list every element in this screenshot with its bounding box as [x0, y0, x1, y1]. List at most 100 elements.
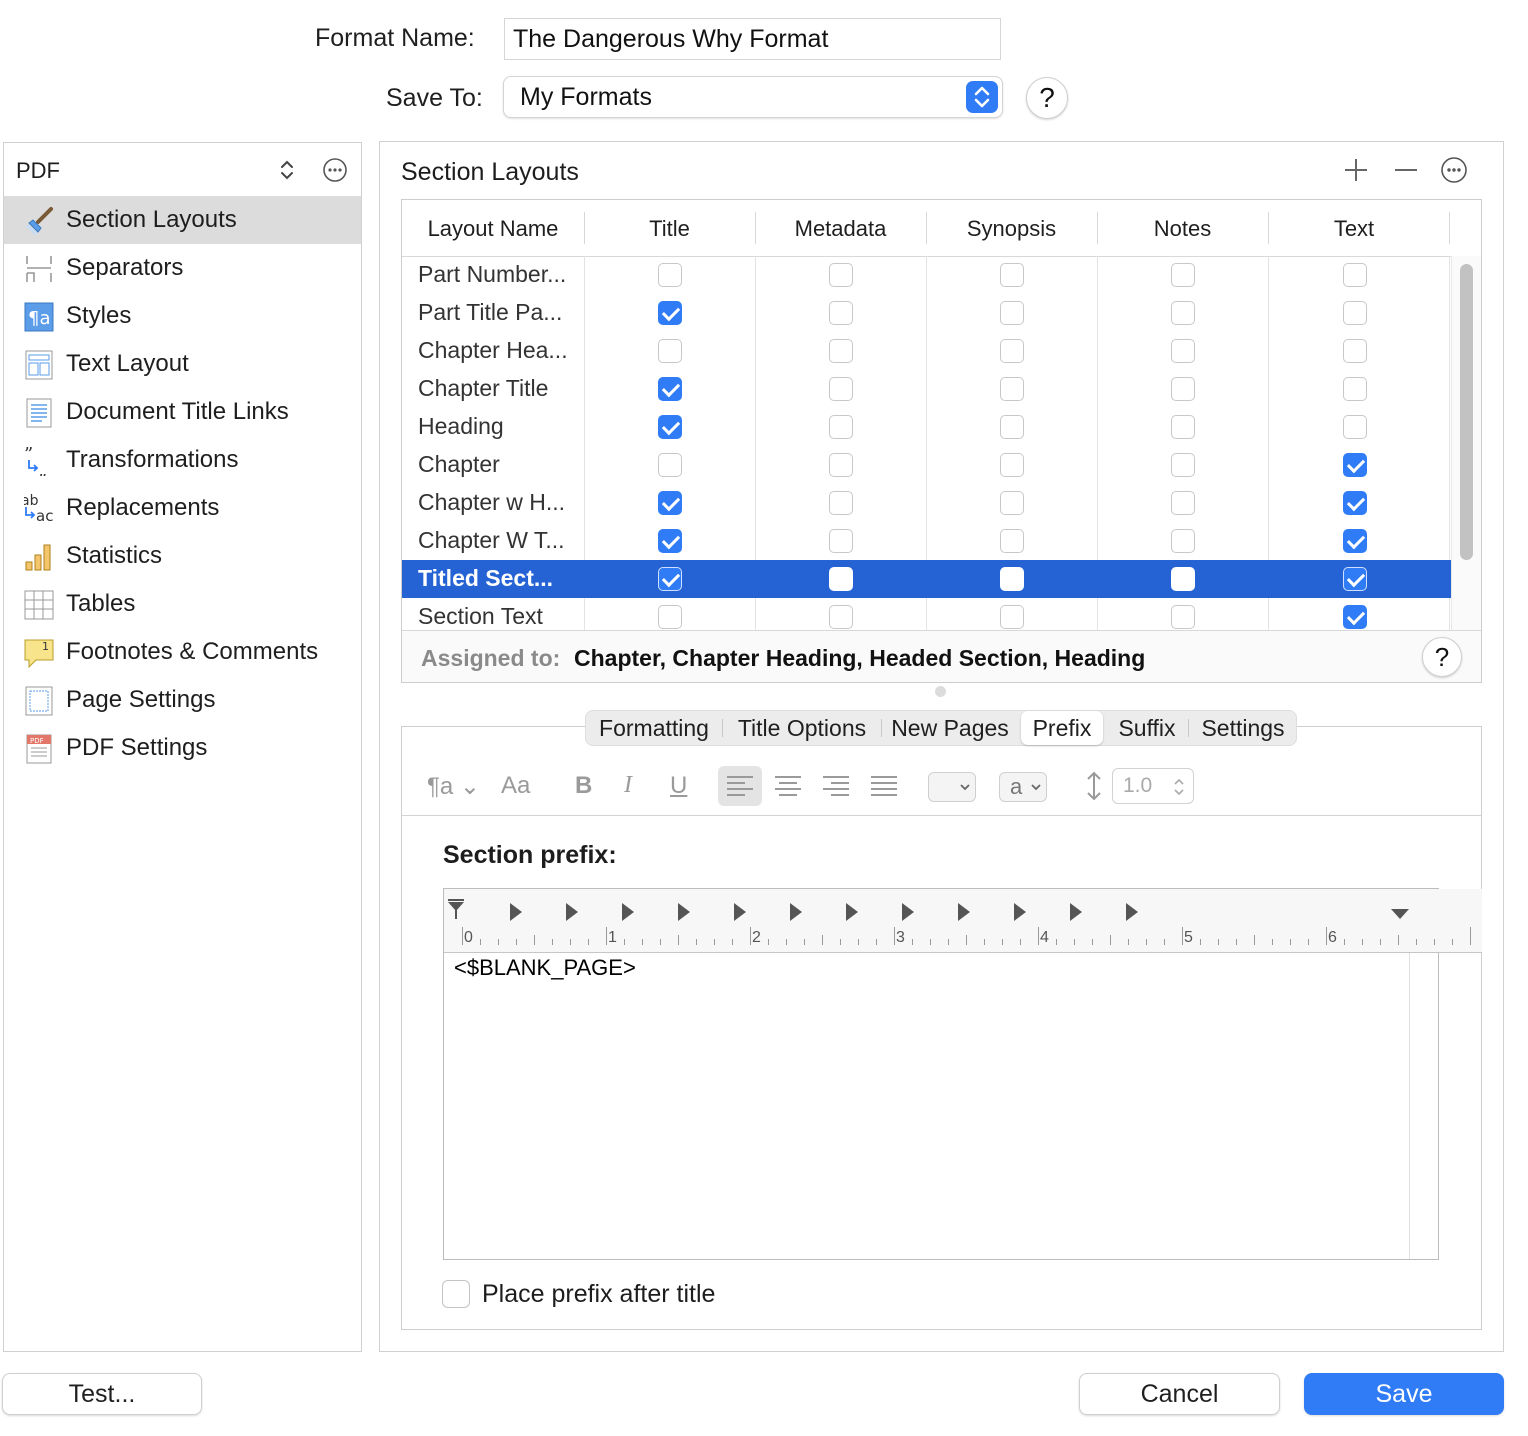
more-options-icon[interactable]	[322, 157, 348, 183]
table-row[interactable]: Part Number...	[402, 256, 1451, 294]
tab-new-pages[interactable]: New Pages	[882, 711, 1018, 745]
column-header-text[interactable]: Text	[1268, 200, 1440, 256]
tab-stop-marker[interactable]	[902, 903, 914, 921]
sidebar-item-statistics[interactable]: Statistics	[4, 532, 361, 580]
sidebar-item-footnotes-comments[interactable]: 1 Footnotes & Comments	[4, 628, 361, 676]
include-notes-checkbox[interactable]	[1171, 301, 1195, 325]
include-metadata-checkbox[interactable]	[829, 377, 853, 401]
tab-title-options[interactable]: Title Options	[723, 711, 881, 745]
include-metadata-checkbox[interactable]	[829, 491, 853, 515]
include-notes-checkbox[interactable]	[1171, 415, 1195, 439]
align-center-icon[interactable]	[768, 766, 808, 806]
table-row[interactable]: Chapter Title	[402, 370, 1451, 408]
prefix-editor[interactable]: 0 1 2 3 4 5 6 <$BLANK_PAGE>	[443, 888, 1482, 1260]
include-notes-checkbox[interactable]	[1171, 491, 1195, 515]
align-right-icon[interactable]	[816, 766, 856, 806]
include-synopsis-checkbox[interactable]	[1000, 301, 1024, 325]
format-name-input[interactable]: The Dangerous Why Format	[504, 18, 1001, 60]
tab-stop-marker[interactable]	[678, 903, 690, 921]
updown-icon[interactable]	[277, 159, 297, 181]
align-left-button[interactable]	[718, 766, 762, 806]
tab-stop-marker[interactable]	[1014, 903, 1026, 921]
include-notes-checkbox[interactable]	[1171, 529, 1195, 553]
tab-settings[interactable]: Settings	[1189, 711, 1297, 745]
include-text-checkbox[interactable]	[1343, 453, 1367, 477]
include-title-checkbox[interactable]	[658, 567, 682, 591]
font-color-popup[interactable]: a	[999, 772, 1047, 802]
table-row[interactable]: Part Title Pa...	[402, 294, 1451, 332]
table-row[interactable]: Chapter Hea...	[402, 332, 1451, 370]
save-to-popup[interactable]: My Formats	[503, 76, 1003, 118]
column-header-layout-name[interactable]: Layout Name	[402, 200, 584, 256]
tab-stop-marker[interactable]	[846, 903, 858, 921]
table-scrollbar-thumb[interactable]	[1460, 264, 1473, 560]
tab-stop-marker[interactable]	[790, 903, 802, 921]
highlight-color-popup[interactable]	[928, 772, 976, 802]
tab-stop-marker[interactable]	[510, 903, 522, 921]
include-title-checkbox[interactable]	[658, 491, 682, 515]
include-text-checkbox[interactable]	[1343, 263, 1367, 287]
table-row[interactable]: Chapter	[402, 446, 1451, 484]
table-row[interactable]: Chapter W T...	[402, 522, 1451, 560]
include-text-checkbox[interactable]	[1343, 529, 1367, 553]
font-panel-button[interactable]: Aa	[501, 772, 530, 800]
column-header-synopsis[interactable]: Synopsis	[926, 200, 1097, 256]
include-text-checkbox[interactable]	[1343, 491, 1367, 515]
tab-formatting[interactable]: Formatting	[586, 711, 722, 745]
include-synopsis-checkbox[interactable]	[1000, 377, 1024, 401]
include-notes-checkbox[interactable]	[1171, 453, 1195, 477]
tab-stop-marker[interactable]	[734, 903, 746, 921]
sidebar-item-pdf-settings[interactable]: PDF PDF Settings	[4, 724, 361, 772]
include-title-checkbox[interactable]	[658, 605, 682, 629]
tab-prefix[interactable]: Prefix	[1021, 711, 1103, 745]
tab-stop-marker[interactable]	[622, 903, 634, 921]
include-text-checkbox[interactable]	[1343, 605, 1367, 629]
column-header-metadata[interactable]: Metadata	[755, 200, 926, 256]
tab-stop-marker[interactable]	[958, 903, 970, 921]
include-metadata-checkbox[interactable]	[829, 567, 853, 591]
include-metadata-checkbox[interactable]	[829, 301, 853, 325]
include-text-checkbox[interactable]	[1343, 377, 1367, 401]
tab-stop-marker[interactable]	[1070, 903, 1082, 921]
include-text-checkbox[interactable]	[1343, 415, 1367, 439]
include-metadata-checkbox[interactable]	[829, 339, 853, 363]
remove-icon[interactable]	[1393, 157, 1419, 183]
include-notes-checkbox[interactable]	[1171, 339, 1195, 363]
underline-button[interactable]: U	[670, 772, 687, 800]
sidebar-item-page-settings[interactable]: Page Settings	[4, 676, 361, 724]
include-metadata-checkbox[interactable]	[829, 263, 853, 287]
sidebar-item-section-layouts[interactable]: Section Layouts	[4, 196, 361, 244]
table-scrollbar-track[interactable]	[1451, 256, 1481, 630]
include-title-checkbox[interactable]	[658, 263, 682, 287]
include-synopsis-checkbox[interactable]	[1000, 453, 1024, 477]
line-spacing-stepper[interactable]: 1.0	[1112, 768, 1194, 804]
save-button[interactable]: Save	[1304, 1373, 1504, 1415]
table-row[interactable]: Chapter w H...	[402, 484, 1451, 522]
include-synopsis-checkbox[interactable]	[1000, 491, 1024, 515]
include-title-checkbox[interactable]	[658, 339, 682, 363]
test-button[interactable]: Test...	[2, 1373, 202, 1415]
include-title-checkbox[interactable]	[658, 415, 682, 439]
right-margin-marker-icon[interactable]	[1390, 907, 1410, 926]
include-notes-checkbox[interactable]	[1171, 605, 1195, 629]
include-title-checkbox[interactable]	[658, 453, 682, 477]
sidebar-item-replacements[interactable]: ab ac Replacements	[4, 484, 361, 532]
assigned-help-button[interactable]: ?	[1422, 637, 1462, 677]
sidebar-item-document-title-links[interactable]: Document Title Links	[4, 388, 361, 436]
include-text-checkbox[interactable]	[1343, 301, 1367, 325]
table-row[interactable]: Section Text	[402, 598, 1451, 630]
indent-marker-icon[interactable]	[446, 899, 466, 926]
add-icon[interactable]	[1343, 157, 1369, 183]
include-synopsis-checkbox[interactable]	[1000, 415, 1024, 439]
include-title-checkbox[interactable]	[658, 529, 682, 553]
column-header-notes[interactable]: Notes	[1097, 200, 1268, 256]
include-notes-checkbox[interactable]	[1171, 377, 1195, 401]
tab-stop-marker[interactable]	[566, 903, 578, 921]
sidebar-item-separators[interactable]: Separators	[4, 244, 361, 292]
include-synopsis-checkbox[interactable]	[1000, 605, 1024, 629]
tab-stop-marker[interactable]	[1126, 903, 1138, 921]
tab-suffix[interactable]: Suffix	[1106, 711, 1188, 745]
include-metadata-checkbox[interactable]	[829, 605, 853, 629]
sidebar-item-text-layout[interactable]: Text Layout	[4, 340, 361, 388]
include-text-checkbox[interactable]	[1343, 567, 1367, 591]
